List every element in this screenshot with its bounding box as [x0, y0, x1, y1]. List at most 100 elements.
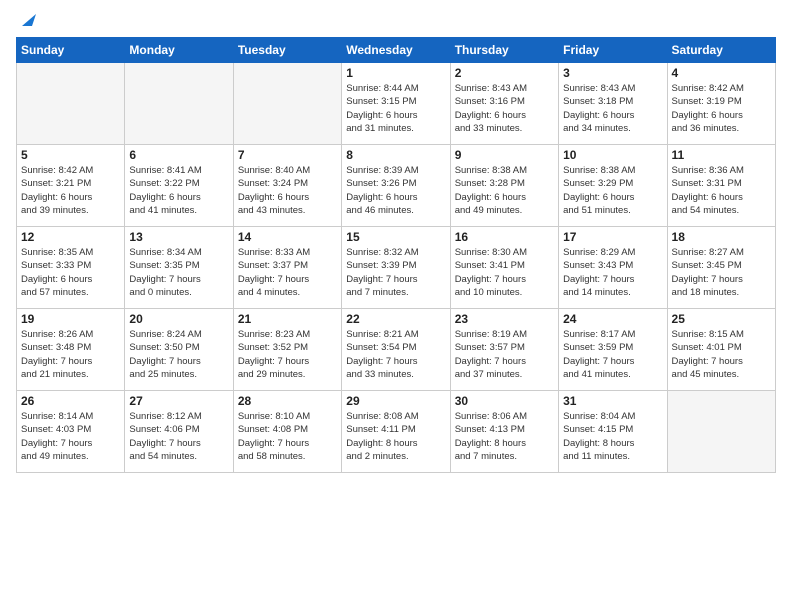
calendar-cell: 20 Sunrise: 8:24 AM Sunset: 3:50 PM Dayli…: [125, 309, 233, 391]
calendar-cell: 1 Sunrise: 8:44 AM Sunset: 3:15 PM Daylig…: [342, 63, 450, 145]
day-number: 20: [129, 312, 228, 326]
calendar-cell: [125, 63, 233, 145]
calendar-cell: 9 Sunrise: 8:38 AM Sunset: 3:28 PM Daylig…: [450, 145, 558, 227]
calendar-cell: [233, 63, 341, 145]
day-number: 3: [563, 66, 662, 80]
calendar-header-sunday: Sunday: [17, 38, 125, 63]
calendar-week-row: 19Sunrise: 8:26 AM Sunset: 3:48 PM Dayli…: [17, 309, 776, 391]
calendar-cell: 8 Sunrise: 8:39 AM Sunset: 3:26 PM Daylig…: [342, 145, 450, 227]
day-number: 6: [129, 148, 228, 162]
logo-icon: [18, 10, 36, 28]
day-info: Sunrise: 8:43 AM Sunset: 3:18 PM Dayligh…: [563, 82, 662, 135]
calendar-cell: 27 Sunrise: 8:12 AM Sunset: 4:06 PM Dayli…: [125, 391, 233, 473]
day-number: 25: [672, 312, 771, 326]
day-number: 15: [346, 230, 445, 244]
day-number: 18: [672, 230, 771, 244]
calendar-header-wednesday: Wednesday: [342, 38, 450, 63]
calendar-cell: 15 Sunrise: 8:32 AM Sunset: 3:39 PM Dayli…: [342, 227, 450, 309]
calendar-cell: 6 Sunrise: 8:41 AM Sunset: 3:22 PM Daylig…: [125, 145, 233, 227]
day-info: Sunrise: 8:42 AM Sunset: 3:21 PM Dayligh…: [21, 164, 120, 217]
day-info: Sunrise: 8:27 AM Sunset: 3:45 PM Dayligh…: [672, 246, 771, 299]
day-info: Sunrise: 8:38 AM Sunset: 3:28 PM Dayligh…: [455, 164, 554, 217]
calendar-cell: 4Sunrise: 8:42 AM Sunset: 3:19 PM Daylig…: [667, 63, 775, 145]
calendar-cell: [667, 391, 775, 473]
day-info: Sunrise: 8:06 AM Sunset: 4:13 PM Dayligh…: [455, 410, 554, 463]
day-number: 26: [21, 394, 120, 408]
calendar-cell: [17, 63, 125, 145]
calendar-header-friday: Friday: [559, 38, 667, 63]
calendar-cell: 19Sunrise: 8:26 AM Sunset: 3:48 PM Dayli…: [17, 309, 125, 391]
calendar-table: SundayMondayTuesdayWednesdayThursdayFrid…: [16, 37, 776, 473]
day-info: Sunrise: 8:39 AM Sunset: 3:26 PM Dayligh…: [346, 164, 445, 217]
day-info: Sunrise: 8:43 AM Sunset: 3:16 PM Dayligh…: [455, 82, 554, 135]
day-info: Sunrise: 8:32 AM Sunset: 3:39 PM Dayligh…: [346, 246, 445, 299]
header: [16, 10, 776, 29]
calendar-week-row: 12Sunrise: 8:35 AM Sunset: 3:33 PM Dayli…: [17, 227, 776, 309]
calendar-header-row: SundayMondayTuesdayWednesdayThursdayFrid…: [17, 38, 776, 63]
day-info: Sunrise: 8:36 AM Sunset: 3:31 PM Dayligh…: [672, 164, 771, 217]
calendar-cell: 26 Sunrise: 8:14 AM Sunset: 4:03 PM Dayli…: [17, 391, 125, 473]
day-info: Sunrise: 8:08 AM Sunset: 4:11 PM Dayligh…: [346, 410, 445, 463]
day-number: 9: [455, 148, 554, 162]
day-info: Sunrise: 8:41 AM Sunset: 3:22 PM Dayligh…: [129, 164, 228, 217]
day-info: Sunrise: 8:38 AM Sunset: 3:29 PM Dayligh…: [563, 164, 662, 217]
day-info: Sunrise: 8:10 AM Sunset: 4:08 PM Dayligh…: [238, 410, 337, 463]
day-info: Sunrise: 8:12 AM Sunset: 4:06 PM Dayligh…: [129, 410, 228, 463]
calendar-cell: 31 Sunrise: 8:04 AM Sunset: 4:15 PM Dayli…: [559, 391, 667, 473]
day-number: 24: [563, 312, 662, 326]
day-info: Sunrise: 8:04 AM Sunset: 4:15 PM Dayligh…: [563, 410, 662, 463]
day-number: 14: [238, 230, 337, 244]
day-info: Sunrise: 8:15 AM Sunset: 4:01 PM Dayligh…: [672, 328, 771, 381]
calendar-week-row: 1 Sunrise: 8:44 AM Sunset: 3:15 PM Daylig…: [17, 63, 776, 145]
calendar-cell: 22Sunrise: 8:21 AM Sunset: 3:54 PM Dayli…: [342, 309, 450, 391]
day-info: Sunrise: 8:35 AM Sunset: 3:33 PM Dayligh…: [21, 246, 120, 299]
calendar-header-saturday: Saturday: [667, 38, 775, 63]
day-info: Sunrise: 8:17 AM Sunset: 3:59 PM Dayligh…: [563, 328, 662, 381]
day-number: 13: [129, 230, 228, 244]
day-number: 23: [455, 312, 554, 326]
calendar-cell: 25 Sunrise: 8:15 AM Sunset: 4:01 PM Dayli…: [667, 309, 775, 391]
day-number: 8: [346, 148, 445, 162]
calendar-cell: 11 Sunrise: 8:36 AM Sunset: 3:31 PM Dayli…: [667, 145, 775, 227]
calendar-cell: 14 Sunrise: 8:33 AM Sunset: 3:37 PM Dayli…: [233, 227, 341, 309]
day-number: 30: [455, 394, 554, 408]
calendar-header-monday: Monday: [125, 38, 233, 63]
day-info: Sunrise: 8:33 AM Sunset: 3:37 PM Dayligh…: [238, 246, 337, 299]
day-info: Sunrise: 8:29 AM Sunset: 3:43 PM Dayligh…: [563, 246, 662, 299]
day-number: 7: [238, 148, 337, 162]
day-info: Sunrise: 8:40 AM Sunset: 3:24 PM Dayligh…: [238, 164, 337, 217]
day-info: Sunrise: 8:23 AM Sunset: 3:52 PM Dayligh…: [238, 328, 337, 381]
day-number: 31: [563, 394, 662, 408]
calendar-cell: 21 Sunrise: 8:23 AM Sunset: 3:52 PM Dayli…: [233, 309, 341, 391]
logo: [16, 10, 36, 29]
day-info: Sunrise: 8:14 AM Sunset: 4:03 PM Dayligh…: [21, 410, 120, 463]
day-number: 29: [346, 394, 445, 408]
day-number: 11: [672, 148, 771, 162]
day-number: 1: [346, 66, 445, 80]
calendar-cell: 2 Sunrise: 8:43 AM Sunset: 3:16 PM Daylig…: [450, 63, 558, 145]
day-number: 27: [129, 394, 228, 408]
calendar-cell: 30 Sunrise: 8:06 AM Sunset: 4:13 PM Dayli…: [450, 391, 558, 473]
day-info: Sunrise: 8:24 AM Sunset: 3:50 PM Dayligh…: [129, 328, 228, 381]
calendar-cell: 17 Sunrise: 8:29 AM Sunset: 3:43 PM Dayli…: [559, 227, 667, 309]
calendar-header-tuesday: Tuesday: [233, 38, 341, 63]
day-number: 17: [563, 230, 662, 244]
day-info: Sunrise: 8:34 AM Sunset: 3:35 PM Dayligh…: [129, 246, 228, 299]
calendar-week-row: 26 Sunrise: 8:14 AM Sunset: 4:03 PM Dayli…: [17, 391, 776, 473]
calendar-cell: 10Sunrise: 8:38 AM Sunset: 3:29 PM Dayli…: [559, 145, 667, 227]
calendar-week-row: 5 Sunrise: 8:42 AM Sunset: 3:21 PM Daylig…: [17, 145, 776, 227]
day-number: 16: [455, 230, 554, 244]
day-number: 21: [238, 312, 337, 326]
calendar-cell: 12Sunrise: 8:35 AM Sunset: 3:33 PM Dayli…: [17, 227, 125, 309]
day-number: 2: [455, 66, 554, 80]
day-info: Sunrise: 8:44 AM Sunset: 3:15 PM Dayligh…: [346, 82, 445, 135]
calendar-cell: 24 Sunrise: 8:17 AM Sunset: 3:59 PM Dayli…: [559, 309, 667, 391]
calendar-cell: 28Sunrise: 8:10 AM Sunset: 4:08 PM Dayli…: [233, 391, 341, 473]
calendar-cell: 13 Sunrise: 8:34 AM Sunset: 3:35 PM Dayli…: [125, 227, 233, 309]
day-info: Sunrise: 8:21 AM Sunset: 3:54 PM Dayligh…: [346, 328, 445, 381]
calendar-cell: 16Sunrise: 8:30 AM Sunset: 3:41 PM Dayli…: [450, 227, 558, 309]
day-number: 5: [21, 148, 120, 162]
day-info: Sunrise: 8:26 AM Sunset: 3:48 PM Dayligh…: [21, 328, 120, 381]
day-info: Sunrise: 8:19 AM Sunset: 3:57 PM Dayligh…: [455, 328, 554, 381]
calendar-cell: 29 Sunrise: 8:08 AM Sunset: 4:11 PM Dayli…: [342, 391, 450, 473]
